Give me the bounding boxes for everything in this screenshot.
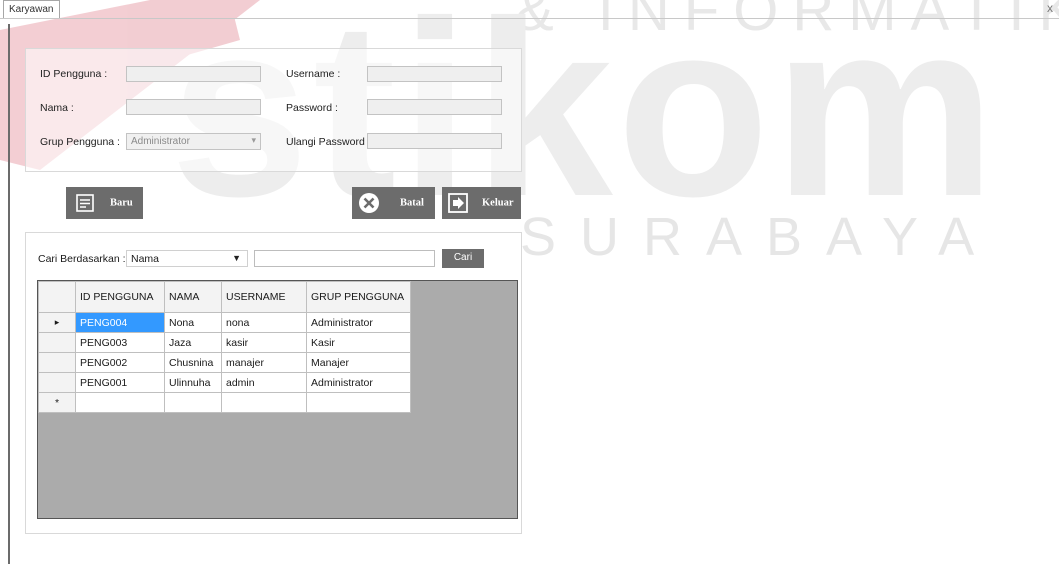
id-pengguna-label: ID Pengguna :: [40, 68, 108, 80]
search-input[interactable]: [254, 250, 435, 267]
nama-label: Nama :: [40, 102, 74, 114]
row-header: [38, 372, 76, 393]
table-cell[interactable]: [75, 392, 165, 413]
grid-table: ID PENGGUNA NAMA USERNAME GRUP PENGGUNA …: [38, 281, 411, 413]
baru-button[interactable]: Baru: [66, 187, 143, 219]
watermark-line1: & INFORMATIKA: [515, 0, 1059, 43]
close-icon[interactable]: x: [1047, 1, 1053, 15]
table-cell[interactable]: Administrator: [306, 372, 411, 393]
new-document-icon: [76, 194, 94, 212]
table-cell[interactable]: Nona: [164, 312, 222, 333]
table-cell[interactable]: Ulinnuha: [164, 372, 222, 393]
nama-field[interactable]: [126, 99, 261, 115]
row-header-corner: [38, 281, 76, 313]
column-header-id[interactable]: ID PENGGUNA: [75, 281, 165, 313]
cari-button[interactable]: Cari: [442, 249, 484, 268]
keluar-button[interactable]: Keluar: [442, 187, 521, 219]
table-cell[interactable]: PENG002: [75, 352, 165, 373]
table-cell[interactable]: PENG001: [75, 372, 165, 393]
id-pengguna-field[interactable]: [126, 66, 261, 82]
table-cell[interactable]: Manajer: [306, 352, 411, 373]
table-cell[interactable]: Administrator: [306, 312, 411, 333]
batal-button[interactable]: Batal: [352, 187, 435, 219]
table-cell[interactable]: [221, 392, 307, 413]
search-label: Cari Berdasarkan :: [38, 253, 126, 265]
username-field[interactable]: [367, 66, 502, 82]
keluar-label: Keluar: [482, 197, 514, 209]
table-cell[interactable]: PENG003: [75, 332, 165, 353]
column-header-username[interactable]: USERNAME: [221, 281, 307, 313]
batal-label: Batal: [400, 197, 424, 209]
tab-divider: [0, 18, 1059, 19]
column-header-nama[interactable]: NAMA: [164, 281, 222, 313]
table-cell[interactable]: Jaza: [164, 332, 222, 353]
grup-pengguna-label: Grup Pengguna :: [40, 136, 120, 148]
search-field-value: Nama: [131, 253, 160, 265]
username-label: Username :: [286, 68, 341, 80]
data-grid[interactable]: ID PENGGUNA NAMA USERNAME GRUP PENGGUNA …: [37, 280, 518, 519]
table-cell[interactable]: admin: [221, 372, 307, 393]
grup-pengguna-select[interactable]: Administrator ▾: [126, 133, 261, 150]
table-cell[interactable]: manajer: [221, 352, 307, 373]
password-label: Password :: [286, 102, 338, 114]
exit-icon: [448, 193, 468, 213]
chevron-down-icon: ▾: [251, 135, 256, 145]
current-row-indicator: ▸: [38, 312, 76, 333]
grid-header-row: ID PENGGUNA NAMA USERNAME GRUP PENGGUNA: [38, 281, 411, 313]
table-row[interactable]: ▸ PENG004 Nona nona Administrator: [38, 312, 411, 333]
password-field[interactable]: [367, 99, 502, 115]
column-header-grup[interactable]: GRUP PENGGUNA: [306, 281, 411, 313]
table-cell[interactable]: Chusnina: [164, 352, 222, 373]
watermark-line2: SURABAYA: [520, 207, 998, 267]
grup-pengguna-value: Administrator: [131, 136, 190, 147]
table-cell[interactable]: PENG004: [75, 312, 165, 333]
table-row[interactable]: PENG001 Ulinnuha admin Administrator: [38, 372, 411, 393]
row-header: [38, 332, 76, 353]
table-cell[interactable]: [306, 392, 411, 413]
ulangi-password-label: Ulangi Password :: [286, 136, 371, 148]
search-field-select[interactable]: Nama ▼: [126, 250, 248, 267]
table-row[interactable]: PENG002 Chusnina manajer Manajer: [38, 352, 411, 373]
table-row[interactable]: PENG003 Jaza kasir Kasir: [38, 332, 411, 353]
ulangi-password-field[interactable]: [367, 133, 502, 149]
tab-karyawan[interactable]: Karyawan: [3, 0, 61, 19]
table-cell[interactable]: Kasir: [306, 332, 411, 353]
tab-title: Karyawan: [9, 4, 54, 15]
row-header: [38, 352, 76, 373]
cancel-icon: [359, 193, 379, 213]
baru-label: Baru: [110, 197, 133, 209]
left-border: [8, 24, 10, 564]
table-cell[interactable]: nona: [221, 312, 307, 333]
new-row-indicator: *: [38, 392, 76, 413]
new-row[interactable]: *: [38, 392, 411, 413]
table-cell[interactable]: [164, 392, 222, 413]
chevron-down-icon: ▼: [232, 253, 241, 263]
table-cell[interactable]: kasir: [221, 332, 307, 353]
